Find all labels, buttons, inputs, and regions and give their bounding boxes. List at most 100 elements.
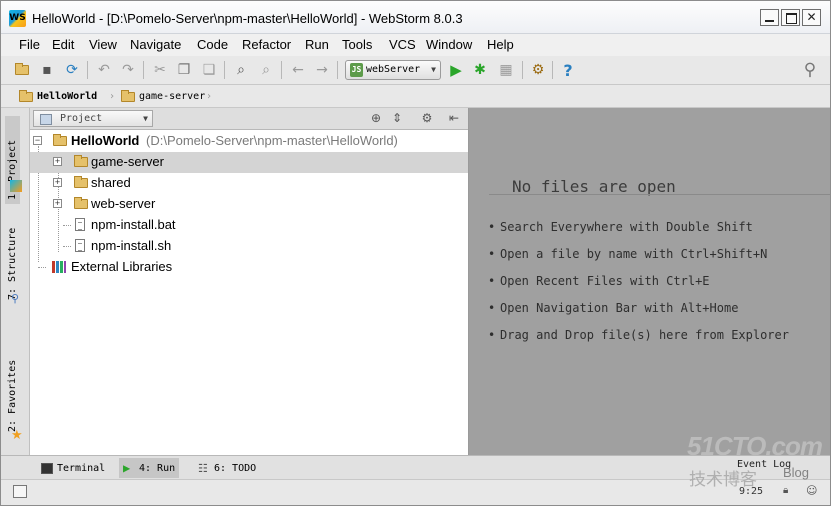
webstorm-icon [10, 180, 22, 192]
tree-item-npm-install-bat[interactable]: npm-install.bat [30, 215, 468, 236]
open-folder-icon[interactable] [13, 61, 31, 79]
save-icon[interactable]: ▪ [38, 61, 56, 79]
settings-icon[interactable]: ⚙ [529, 61, 547, 79]
menu-navigate[interactable]: Navigate [130, 37, 181, 52]
tree-item-label: External Libraries [71, 259, 173, 274]
toolbar-separator [143, 61, 144, 79]
run-icon[interactable]: ▶ [447, 61, 465, 79]
menu-bar: File Edit View Navigate Code Refactor Ru… [1, 34, 830, 56]
project-view-select[interactable]: Project ▼ [33, 110, 153, 127]
expand-icon[interactable]: + [53, 157, 62, 166]
tree-item-web-server[interactable]: + web-server [30, 194, 468, 215]
collapse-all-icon[interactable]: ⇕ [390, 111, 404, 125]
menu-window[interactable]: Window [426, 37, 472, 52]
tab-todo[interactable]: ☷ 6: TODO [194, 458, 260, 478]
folder-icon [74, 197, 88, 209]
folder-icon [19, 89, 33, 102]
caret-position: 9:25 [739, 486, 764, 497]
run-configuration-label: webServer [366, 64, 421, 75]
find-icon[interactable]: ⌕ [232, 61, 250, 79]
run-configuration-select[interactable]: JS webServer ▼ [345, 60, 441, 80]
webstorm-logo-icon: WS [9, 10, 26, 27]
nodejs-icon: JS [350, 63, 363, 77]
folder-icon [74, 155, 88, 167]
search-everywhere-icon[interactable]: ⚲ [801, 60, 819, 80]
folder-icon [121, 89, 135, 102]
forward-icon[interactable]: → [313, 61, 331, 79]
tree-item-label: game-server [91, 154, 164, 169]
tree-item-shared[interactable]: + shared [30, 173, 468, 194]
redo-icon[interactable]: ↷ [119, 61, 137, 79]
tree-item-external-libraries[interactable]: External Libraries [30, 257, 468, 278]
gear-icon[interactable]: ⚙ [420, 111, 434, 125]
coverage-icon[interactable]: ▦ [497, 61, 515, 79]
library-icon [52, 261, 66, 273]
tree-root-path: (D:\Pomelo-Server\npm-master\HelloWorld) [146, 133, 398, 148]
toolbar-separator [87, 61, 88, 79]
tree-item-game-server[interactable]: + game-server [30, 152, 468, 173]
tab-structure[interactable]: 7: Structure [7, 220, 18, 300]
maximize-button[interactable] [781, 9, 800, 26]
tab-run[interactable]: ▶ 4: Run [119, 458, 180, 478]
tree-root[interactable]: − HelloWorld (D:\Pomelo-Server\npm-maste… [30, 131, 468, 152]
tree-item-label: npm-install.sh [91, 238, 172, 253]
folder-icon [74, 176, 88, 188]
expand-icon[interactable]: + [53, 199, 62, 208]
breadcrumb-project[interactable]: HelloWorld [19, 88, 97, 105]
paste-icon[interactable]: ❏ [200, 61, 218, 79]
undo-icon[interactable]: ↶ [95, 61, 113, 79]
cut-icon[interactable]: ✂ [151, 61, 169, 79]
close-button[interactable]: ✕ [802, 9, 821, 26]
editor-area: No files are open Search Everywhere with… [469, 108, 830, 455]
hide-panel-icon[interactable]: ⇤ [447, 111, 461, 125]
menu-view[interactable]: View [89, 37, 117, 52]
lock-icon[interactable]: 🔒︎ [783, 485, 788, 496]
hint-item: Open Navigation Bar with Alt+Home [488, 301, 738, 315]
debug-icon[interactable]: ✱ [471, 61, 489, 79]
navigation-bar: HelloWorld › game-server › [1, 85, 830, 108]
project-tree: − HelloWorld (D:\Pomelo-Server\npm-maste… [30, 130, 468, 455]
breadcrumb-separator: › [109, 91, 116, 102]
hint-item: Search Everywhere with Double Shift [488, 220, 753, 234]
star-icon: ★ [11, 428, 23, 443]
back-icon[interactable]: ← [289, 61, 307, 79]
menu-vcs[interactable]: VCS [389, 37, 416, 52]
replace-icon[interactable]: ⌕ [257, 61, 275, 79]
inspector-icon[interactable]: ☺ [806, 484, 817, 497]
tab-label: 6: TODO [214, 462, 257, 474]
hint-item: Open Recent Files with Ctrl+E [488, 274, 709, 288]
sync-icon[interactable]: ⟳ [63, 61, 81, 79]
file-icon [75, 218, 85, 231]
tab-terminal[interactable]: Terminal [37, 458, 109, 478]
tool-windows-toggle-icon[interactable] [13, 485, 27, 498]
help-icon[interactable]: ? [559, 61, 577, 80]
tree-item-label: npm-install.bat [91, 217, 176, 232]
menu-refactor[interactable]: Refactor [242, 37, 291, 52]
project-view-label: Project [60, 113, 103, 124]
breadcrumb-folder[interactable]: game-server [121, 88, 205, 105]
ide-window: WS HelloWorld - [D:\Pomelo-Server\npm-ma… [0, 0, 831, 506]
tab-favorites[interactable]: 2: Favorites [7, 354, 18, 432]
menu-file[interactable]: File [19, 37, 40, 52]
bottom-tool-bar: Terminal ▶ 4: Run ☷ 6: TODO [1, 455, 830, 479]
locate-icon[interactable]: ⊕ [369, 111, 383, 125]
tab-label: 4: Run [139, 462, 176, 474]
menu-edit[interactable]: Edit [52, 37, 74, 52]
chevron-down-icon: ▼ [143, 114, 148, 123]
tree-item-npm-install-sh[interactable]: npm-install.sh [30, 236, 468, 257]
minimize-button[interactable] [760, 9, 779, 26]
expand-icon[interactable]: + [53, 178, 62, 187]
copy-icon[interactable]: ❐ [175, 61, 193, 79]
toolbar-separator [552, 61, 553, 79]
tab-event-log[interactable]: Event Log [737, 459, 791, 470]
menu-run[interactable]: Run [305, 37, 329, 52]
menu-help[interactable]: Help [487, 37, 514, 52]
menu-tools[interactable]: Tools [342, 37, 372, 52]
file-icon [75, 239, 85, 252]
divider [489, 194, 830, 195]
menu-code[interactable]: Code [197, 37, 228, 52]
collapse-icon[interactable]: − [33, 136, 42, 145]
toolbar-separator [224, 61, 225, 79]
status-bar: 9:25 🔒︎ ☺ [1, 479, 830, 505]
run-icon: ▶ [123, 460, 131, 475]
